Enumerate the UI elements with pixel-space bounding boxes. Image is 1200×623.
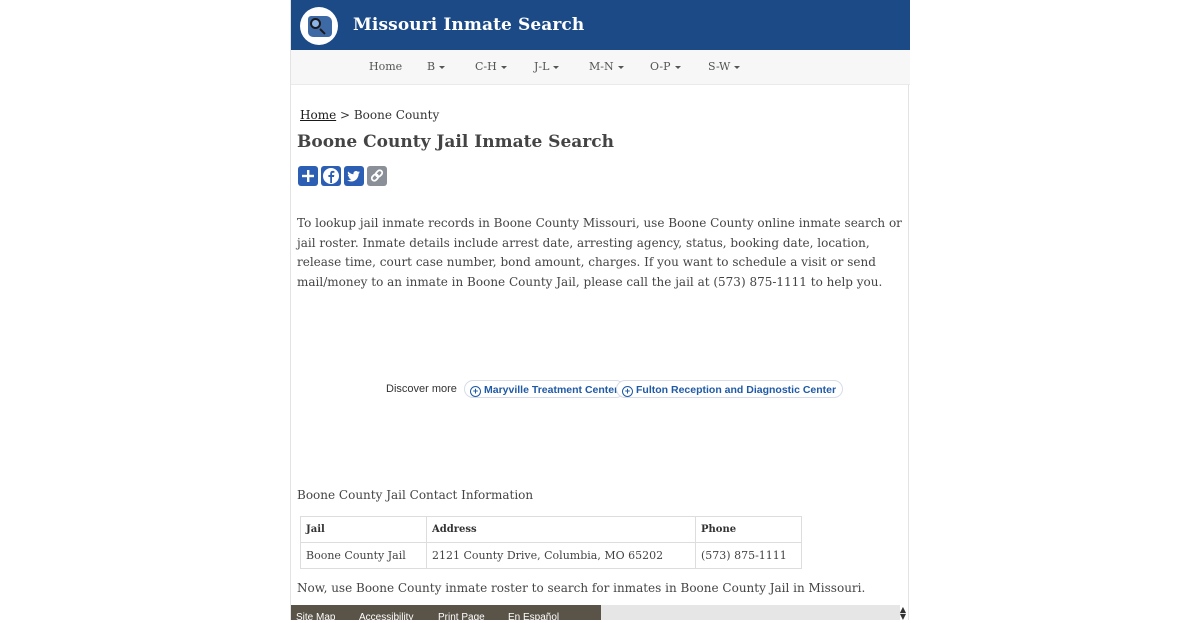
column-header: Address (426, 516, 696, 543)
nav-o-p[interactable]: O-P (650, 60, 681, 73)
caret-down-icon (734, 65, 741, 69)
nav-s-w-label: S-W (708, 60, 731, 73)
main-nav: Home B C-H J-L M-N O-P S-W (291, 50, 910, 85)
footer-link-accessibility[interactable]: Accessibility (359, 612, 413, 623)
page-title: Boone County Jail Inmate Search (297, 132, 614, 152)
nav-home-label: Home (369, 60, 403, 73)
caret-down-icon (674, 65, 681, 69)
nav-o-p-label: O-P (650, 60, 671, 73)
caret-down-icon (553, 65, 560, 69)
nav-b[interactable]: B (427, 60, 446, 73)
nav-j-l-label: J-L (534, 60, 550, 73)
discover-more-label: Discover more (386, 383, 457, 395)
caret-down-icon (617, 65, 624, 69)
table-cell-address: 2121 County Drive, Columbia, MO 65202 (426, 542, 696, 569)
nav-b-label: B (427, 60, 436, 73)
site-title[interactable]: Missouri Inmate Search (353, 15, 584, 35)
table-header-row: Jail Address Phone (300, 516, 802, 543)
footer-link-site-map[interactable]: Site Map (296, 612, 335, 623)
table-row: Boone County Jail 2121 County Drive, Col… (300, 542, 802, 569)
outro-text: Now, use Boone County inmate roster to s… (297, 581, 866, 595)
nav-c-h[interactable]: C-H (475, 60, 507, 73)
breadcrumb-home-link[interactable]: Home (300, 108, 336, 122)
nav-m-n[interactable]: M-N (589, 60, 624, 73)
caret-down-icon (500, 65, 507, 69)
plus-circle-icon: + (470, 386, 481, 397)
caret-down-icon (439, 65, 446, 69)
breadcrumb: Home > Boone County (300, 108, 439, 122)
footer-bar: Site Map Accessibility Print Page En Esp… (291, 605, 617, 623)
footer-link-print-page[interactable]: Print Page (438, 612, 485, 623)
facebook-icon[interactable] (321, 166, 341, 186)
scroll-arrows-icon[interactable]: ▲ ▼ (898, 606, 908, 621)
nav-m-n-label: M-N (589, 60, 614, 73)
breadcrumb-current: Boone County (353, 108, 440, 122)
contact-table: Jail Address Phone Boone County Jail 212… (300, 516, 802, 569)
nav-s-w[interactable]: S-W (708, 60, 741, 73)
twitter-icon[interactable] (344, 166, 364, 186)
nav-c-h-label: C-H (475, 60, 497, 73)
nav-j-l[interactable]: J-L (534, 60, 560, 73)
discover-chip-label: Fulton Reception and Diagnostic Center (636, 384, 837, 396)
site-header: Missouri Inmate Search (291, 0, 910, 50)
contact-heading: Boone County Jail Contact Information (297, 488, 534, 502)
nav-home[interactable]: Home (369, 60, 402, 73)
page-container: Missouri Inmate Search Home B C-H J-L M-… (290, 0, 910, 623)
discover-chip-label: Maryville Treatment Center (484, 384, 619, 396)
column-header: Jail (300, 516, 427, 543)
footer-background (601, 605, 900, 620)
breadcrumb-separator: > (336, 108, 354, 122)
share-plus-icon[interactable] (298, 166, 318, 186)
column-header: Phone (695, 516, 802, 543)
plus-circle-icon: + (622, 386, 633, 397)
table-cell-jail: Boone County Jail (300, 542, 427, 569)
site-logo-icon[interactable] (300, 7, 338, 45)
copy-link-icon[interactable] (367, 166, 387, 186)
discover-chip-maryville[interactable]: + Maryville Treatment Center (464, 380, 626, 398)
discover-chip-fulton[interactable]: + Fulton Reception and Diagnostic Center (616, 380, 844, 398)
intro-paragraph: To lookup jail inmate records in Boone C… (297, 216, 902, 289)
table-cell-phone: (573) 875-1111 (695, 542, 802, 569)
footer-link-espanol[interactable]: En Español (508, 612, 559, 623)
